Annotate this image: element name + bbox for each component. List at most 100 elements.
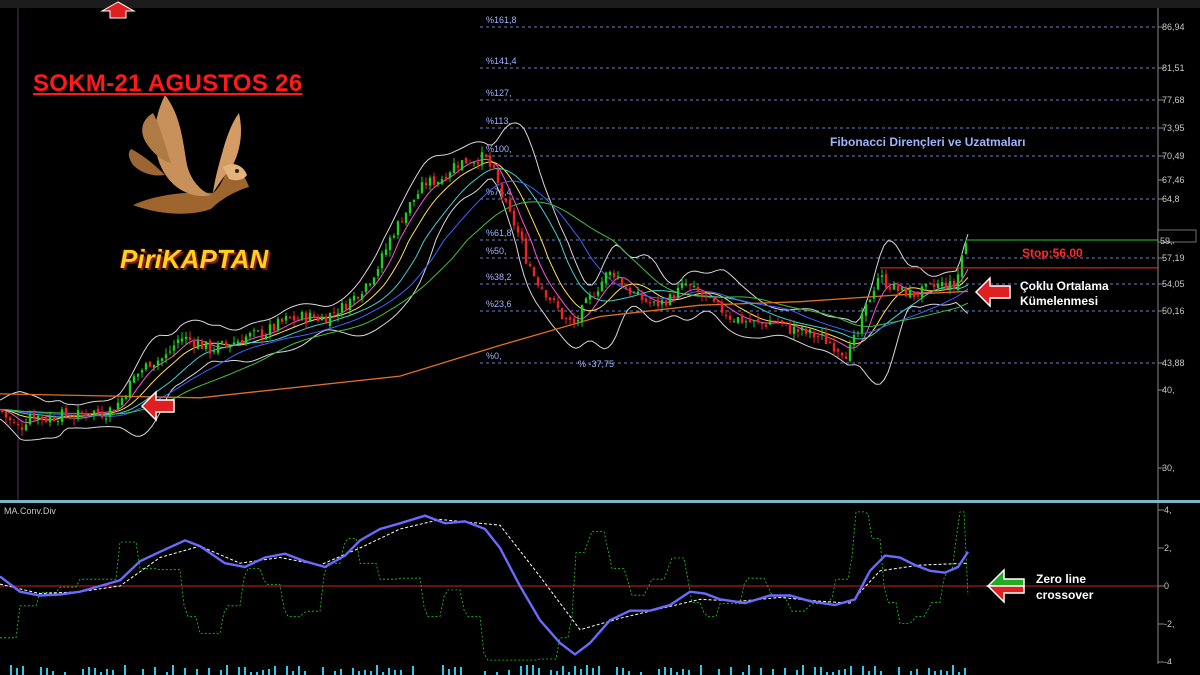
volume-bar bbox=[718, 669, 720, 675]
volume-bar bbox=[376, 665, 378, 675]
volume-bar bbox=[598, 666, 600, 675]
volume-bar bbox=[340, 669, 342, 675]
volume-bar bbox=[700, 665, 702, 675]
volume-bar bbox=[772, 669, 774, 675]
candle bbox=[532, 265, 536, 278]
volume-bar bbox=[370, 671, 372, 675]
volume-bar bbox=[400, 670, 402, 675]
volume-bar bbox=[364, 670, 366, 675]
volume-bar bbox=[244, 667, 246, 675]
volume-bar bbox=[448, 669, 450, 675]
volume-bar bbox=[874, 666, 876, 675]
fib-level-label: %38,2 bbox=[486, 272, 512, 282]
brand-logo-text: PiriKAPTAN bbox=[120, 244, 269, 274]
volume-bar bbox=[88, 667, 90, 675]
volume-bar bbox=[688, 670, 690, 675]
volume-bar bbox=[574, 666, 576, 675]
stock-chart: %161,8%141,4%127,%113,%100,%76,4%61,8%50… bbox=[0, 0, 1200, 675]
volume-bar bbox=[124, 665, 126, 675]
volume-bar bbox=[562, 666, 564, 675]
macd-tick-label: -2, bbox=[1164, 619, 1175, 629]
price-tick-label: 40, bbox=[1162, 385, 1175, 395]
price-tick-label: 54,05 bbox=[1162, 279, 1185, 289]
volume-bar bbox=[658, 669, 660, 675]
volume-bar bbox=[358, 671, 360, 675]
volume-bar bbox=[388, 668, 390, 675]
volume-bar bbox=[820, 667, 822, 675]
volume-bar bbox=[592, 668, 594, 675]
volume-bar bbox=[112, 670, 114, 675]
volume-bar bbox=[142, 669, 144, 675]
volume-bar bbox=[454, 667, 456, 675]
volume-bar bbox=[850, 666, 852, 675]
volume-bar bbox=[880, 671, 882, 675]
fib-level-label: %141,4 bbox=[486, 56, 517, 66]
volume-bar bbox=[94, 668, 96, 675]
volume-bar bbox=[898, 667, 900, 675]
volume-bar bbox=[352, 668, 354, 675]
volume-bar bbox=[82, 669, 84, 675]
cluster-annotation-line1: Çoklu Ortalama bbox=[1020, 279, 1109, 293]
volume-bar bbox=[952, 665, 954, 675]
volume-bar bbox=[580, 669, 582, 675]
price-tick-label: 73,95 bbox=[1162, 123, 1185, 133]
fib-level-label: %127, bbox=[486, 88, 512, 98]
volume-bar bbox=[934, 671, 936, 675]
volume-bar bbox=[16, 668, 18, 675]
volume-bar bbox=[622, 668, 624, 675]
volume-bar bbox=[40, 667, 42, 675]
candle bbox=[128, 380, 132, 398]
last-price-label: 59, bbox=[1160, 236, 1173, 246]
volume-bar bbox=[46, 668, 48, 675]
volume-bar bbox=[526, 665, 528, 675]
fib-level-label: %161,8 bbox=[486, 15, 517, 25]
volume-bar bbox=[262, 670, 264, 675]
volume-bar bbox=[226, 665, 228, 675]
volume-bar bbox=[10, 665, 12, 675]
volume-bar bbox=[844, 669, 846, 675]
volume-bar bbox=[730, 667, 732, 675]
fib-level-label: %61,8 bbox=[486, 228, 512, 238]
zero-crossover-annotation: Zero line crossover bbox=[1036, 571, 1093, 603]
price-tick-label: 50,16 bbox=[1162, 306, 1185, 316]
volume-bar bbox=[334, 671, 336, 675]
volume-bar bbox=[802, 665, 804, 675]
cluster-annotation: Çoklu Ortalama Kümelenmesi bbox=[1020, 279, 1109, 309]
macd-tick-label: 4, bbox=[1164, 505, 1172, 515]
chart-title: SOKM-21 AGUSTOS 26 bbox=[33, 70, 303, 97]
candle bbox=[148, 361, 152, 368]
candle bbox=[620, 277, 624, 287]
price-tick-label: 77,68 bbox=[1162, 95, 1185, 105]
fibonacci-note: Fibonacci Dirençleri ve Uzatmaları bbox=[830, 135, 1026, 149]
volume-bar bbox=[616, 667, 618, 675]
price-tick-label: 86,94 bbox=[1162, 22, 1185, 32]
volume-bar bbox=[154, 667, 156, 675]
volume-bar bbox=[304, 671, 306, 675]
candle bbox=[668, 292, 672, 306]
volume-bar bbox=[910, 671, 912, 675]
volume-bar bbox=[220, 670, 222, 675]
volume-bar bbox=[868, 671, 870, 675]
volume-bar bbox=[172, 665, 174, 675]
volume-bar bbox=[838, 670, 840, 675]
price-tick-label: 70,49 bbox=[1162, 151, 1185, 161]
volume-bar bbox=[628, 671, 630, 675]
fib-level-label: %113, bbox=[486, 116, 511, 126]
volume-bar bbox=[586, 665, 588, 675]
price-tick-label: 30, bbox=[1162, 463, 1175, 473]
volume-bar bbox=[748, 665, 750, 675]
volume-bar bbox=[286, 666, 288, 675]
volume-bar bbox=[298, 666, 300, 675]
zero-crossover-line2: crossover bbox=[1036, 588, 1094, 602]
fib-level-label: %23,6 bbox=[486, 299, 512, 309]
volume-bar bbox=[520, 666, 522, 675]
fib-extension-label: % -37,75 bbox=[578, 359, 614, 369]
panel-divider[interactable] bbox=[0, 500, 1200, 503]
top-toolbar-strip bbox=[0, 0, 1200, 8]
volume-bar bbox=[22, 666, 24, 675]
volume-bar bbox=[196, 669, 198, 675]
volume-bar bbox=[268, 669, 270, 675]
volume-bar bbox=[106, 669, 108, 675]
volume-bar bbox=[556, 671, 558, 675]
fib-level-label: %50, bbox=[486, 246, 507, 256]
